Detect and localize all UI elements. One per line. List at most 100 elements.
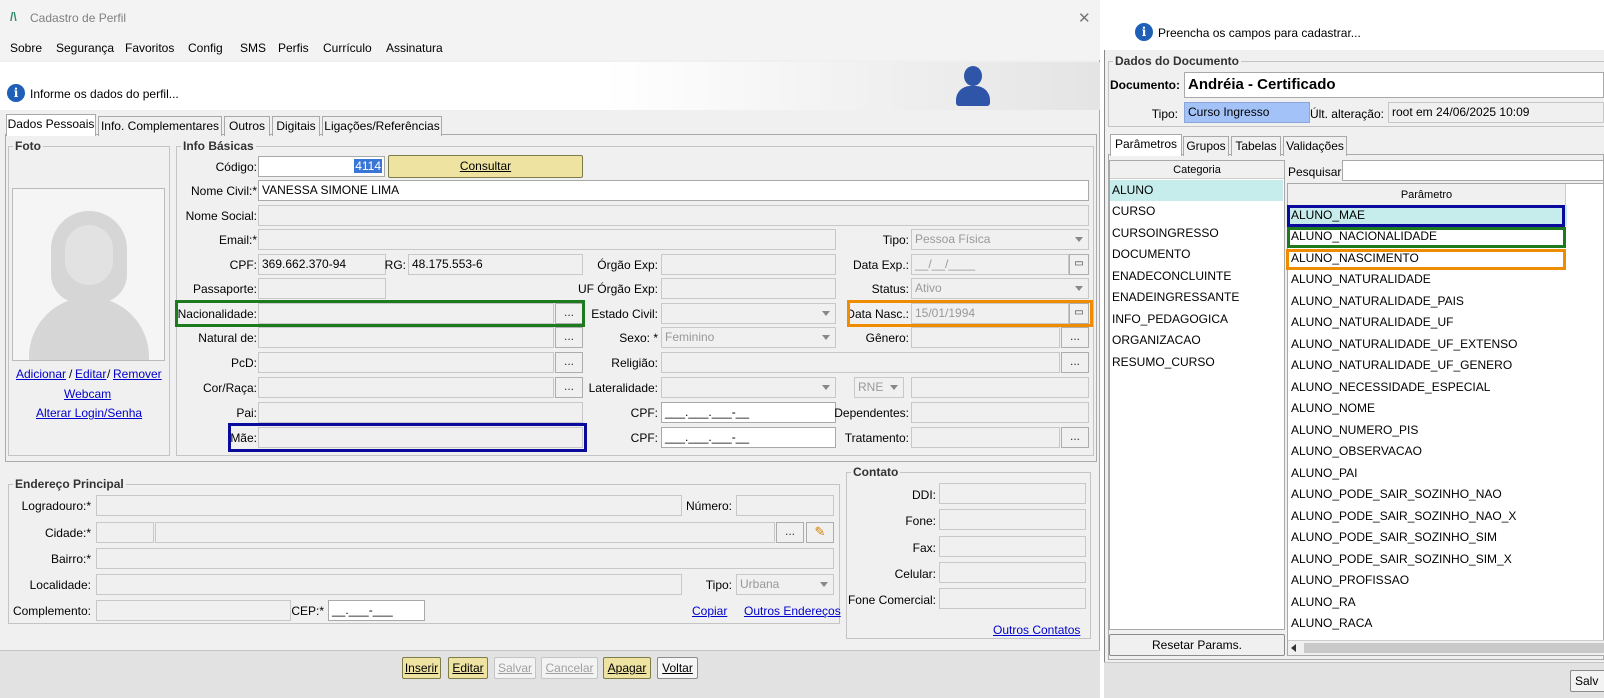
natural-field[interactable]: [258, 327, 554, 348]
menu-sms[interactable]: SMS: [240, 41, 266, 55]
pai-field[interactable]: [258, 402, 583, 423]
cidade-browse-button[interactable]: ...: [776, 522, 804, 543]
status-select[interactable]: Ativo: [911, 278, 1089, 299]
outros-enderecos-link[interactable]: Outros Endereços: [744, 604, 841, 618]
fone-comercial-field[interactable]: [939, 588, 1086, 609]
estado-civil-select[interactable]: [661, 303, 836, 324]
parametro-item[interactable]: ALUNO_NATURALIDADE_PAIS: [1289, 291, 1567, 312]
tab-validacoes[interactable]: Validações: [1283, 136, 1347, 156]
passaporte-field[interactable]: [258, 278, 386, 299]
foto-adicionar-link[interactable]: Adicionar: [16, 367, 66, 381]
religiao-field[interactable]: [661, 352, 1060, 373]
apagar-button[interactable]: Apagar: [603, 657, 651, 679]
parametro-item[interactable]: ALUNO_NUMERO_PIS: [1289, 420, 1567, 441]
menu-sobre[interactable]: Sobre: [10, 41, 42, 55]
tab-dados-pessoais[interactable]: Dados Pessoais: [6, 114, 96, 136]
tab-info-complementares[interactable]: Info. Complementares: [98, 116, 222, 136]
parametro-item[interactable]: ALUNO_NECESSIDADE_ESPECIAL: [1289, 377, 1567, 398]
pcd-field[interactable]: [258, 352, 554, 373]
inserir-button[interactable]: Inserir: [402, 657, 441, 679]
cancelar-button[interactable]: Cancelar: [541, 657, 598, 679]
cor-browse-button[interactable]: ...: [555, 377, 583, 398]
sexo-select[interactable]: Feminino: [661, 327, 836, 348]
parametro-item[interactable]: ALUNO_PAI: [1289, 463, 1567, 484]
orgao-exp-field[interactable]: [661, 254, 836, 275]
ddi-field[interactable]: [939, 483, 1086, 504]
logradouro-field[interactable]: [96, 495, 682, 516]
lateralidade-select[interactable]: [661, 377, 836, 398]
cidade-uf-field[interactable]: [96, 522, 154, 543]
documento-field[interactable]: Andréia - Certificado: [1184, 72, 1604, 98]
parametro-item[interactable]: ALUNO_OBSERVACAO: [1289, 441, 1567, 462]
parametro-item[interactable]: ALUNO_NATURALIDADE_UF_EXTENSO: [1289, 334, 1567, 355]
email-field[interactable]: [258, 229, 836, 250]
cpf-field[interactable]: 369.662.370-94: [258, 254, 386, 275]
tab-grupos[interactable]: Grupos: [1183, 136, 1229, 156]
nome-civil-field[interactable]: VANESSA SIMONE LIMA: [258, 180, 1089, 201]
genero-field[interactable]: [911, 327, 1060, 348]
foto-webcam-link[interactable]: Webcam: [64, 387, 111, 401]
tab-digitais[interactable]: Digitais: [272, 116, 320, 136]
parametro-item[interactable]: ALUNO_NATURALIDADE_UF: [1289, 312, 1567, 333]
parametro-item[interactable]: ALUNO_PROFISSAO: [1289, 570, 1567, 591]
consultar-button[interactable]: Consultar: [388, 155, 583, 178]
menu-favoritos[interactable]: Favoritos: [125, 41, 174, 55]
parametro-item[interactable]: ALUNO_NATURALIDADE: [1289, 269, 1567, 290]
parametro-item[interactable]: ALUNO_NOME: [1289, 398, 1567, 419]
cep-field[interactable]: __.___-___: [328, 600, 425, 621]
end-tipo-select[interactable]: Urbana: [736, 574, 834, 595]
celular-field[interactable]: [939, 562, 1086, 583]
cor-field[interactable]: [258, 377, 554, 398]
right-salvar-button[interactable]: Salv: [1570, 670, 1604, 692]
rg-field[interactable]: 48.175.553-6: [408, 254, 583, 275]
cidade-field[interactable]: [155, 522, 775, 543]
categoria-item[interactable]: RESUMO_CURSO: [1110, 352, 1283, 373]
tratamento-browse-button[interactable]: ...: [1061, 427, 1089, 448]
data-exp-field[interactable]: __/__/____: [911, 254, 1069, 275]
scroll-left-icon[interactable]: [1291, 644, 1296, 652]
categoria-item[interactable]: ENADECONCLUINTE: [1110, 266, 1283, 287]
numero-field[interactable]: [736, 495, 834, 516]
pesquisar-input[interactable]: [1342, 160, 1604, 181]
localidade-field[interactable]: [96, 574, 682, 595]
parametro-item[interactable]: ALUNO_PODE_SAIR_SOZINHO_NAO: [1289, 484, 1567, 505]
cpf-mae-field[interactable]: ___.___.___-__: [661, 427, 836, 448]
menu-curriculo[interactable]: Currículo: [323, 41, 372, 55]
foto-editar-link[interactable]: Editar: [75, 367, 106, 381]
horizontal-scrollbar[interactable]: [1288, 640, 1604, 655]
categoria-item[interactable]: CURSO: [1110, 201, 1283, 222]
resetar-params-button[interactable]: Resetar Params.: [1109, 634, 1285, 656]
categoria-header[interactable]: Categoria: [1110, 161, 1284, 179]
doc-tipo-field[interactable]: Curso Ingresso: [1184, 102, 1310, 123]
tab-ligacoes[interactable]: Ligações/Referências: [322, 116, 442, 136]
rne-select[interactable]: RNE: [854, 377, 904, 398]
parametro-item[interactable]: ALUNO_RACA: [1289, 613, 1567, 634]
parametro-item[interactable]: ALUNO_PODE_SAIR_SOZINHO_SIM_X: [1289, 549, 1567, 570]
tipo-select[interactable]: Pessoa Física: [911, 229, 1089, 250]
close-icon[interactable]: ✕: [1078, 9, 1091, 27]
outros-contatos-link[interactable]: Outros Contatos: [993, 623, 1080, 637]
tab-tabelas[interactable]: Tabelas: [1231, 136, 1281, 156]
salvar-button[interactable]: Salvar: [494, 657, 536, 679]
menu-config[interactable]: Config: [188, 41, 223, 55]
fax-field[interactable]: [939, 536, 1086, 557]
religiao-browse-button[interactable]: ...: [1061, 352, 1089, 373]
calendar-exp-icon[interactable]: ▭: [1069, 254, 1089, 275]
menu-seguranca[interactable]: Segurança: [56, 41, 114, 55]
categoria-item[interactable]: ORGANIZACAO: [1110, 330, 1283, 351]
editar-button[interactable]: Editar: [448, 657, 488, 679]
edit-pencil-icon[interactable]: ✎: [806, 522, 834, 543]
voltar-button[interactable]: Voltar: [657, 657, 698, 679]
parametro-item[interactable]: ALUNO_PODE_SAIR_SOZINHO_NAO_X: [1289, 506, 1567, 527]
bairro-field[interactable]: [96, 548, 834, 569]
dependentes-field[interactable]: [911, 402, 1089, 423]
categoria-item[interactable]: DOCUMENTO: [1110, 244, 1283, 265]
pcd-browse-button[interactable]: ...: [555, 352, 583, 373]
uf-orgao-field[interactable]: [661, 278, 836, 299]
tratamento-field[interactable]: [911, 427, 1060, 448]
parametro-header[interactable]: Parâmetro: [1288, 184, 1566, 206]
menu-assinatura[interactable]: Assinatura: [386, 41, 443, 55]
complemento-field[interactable]: [96, 600, 291, 621]
categoria-item[interactable]: ALUNO: [1110, 180, 1283, 201]
categoria-item[interactable]: CURSOINGRESSO: [1110, 223, 1283, 244]
